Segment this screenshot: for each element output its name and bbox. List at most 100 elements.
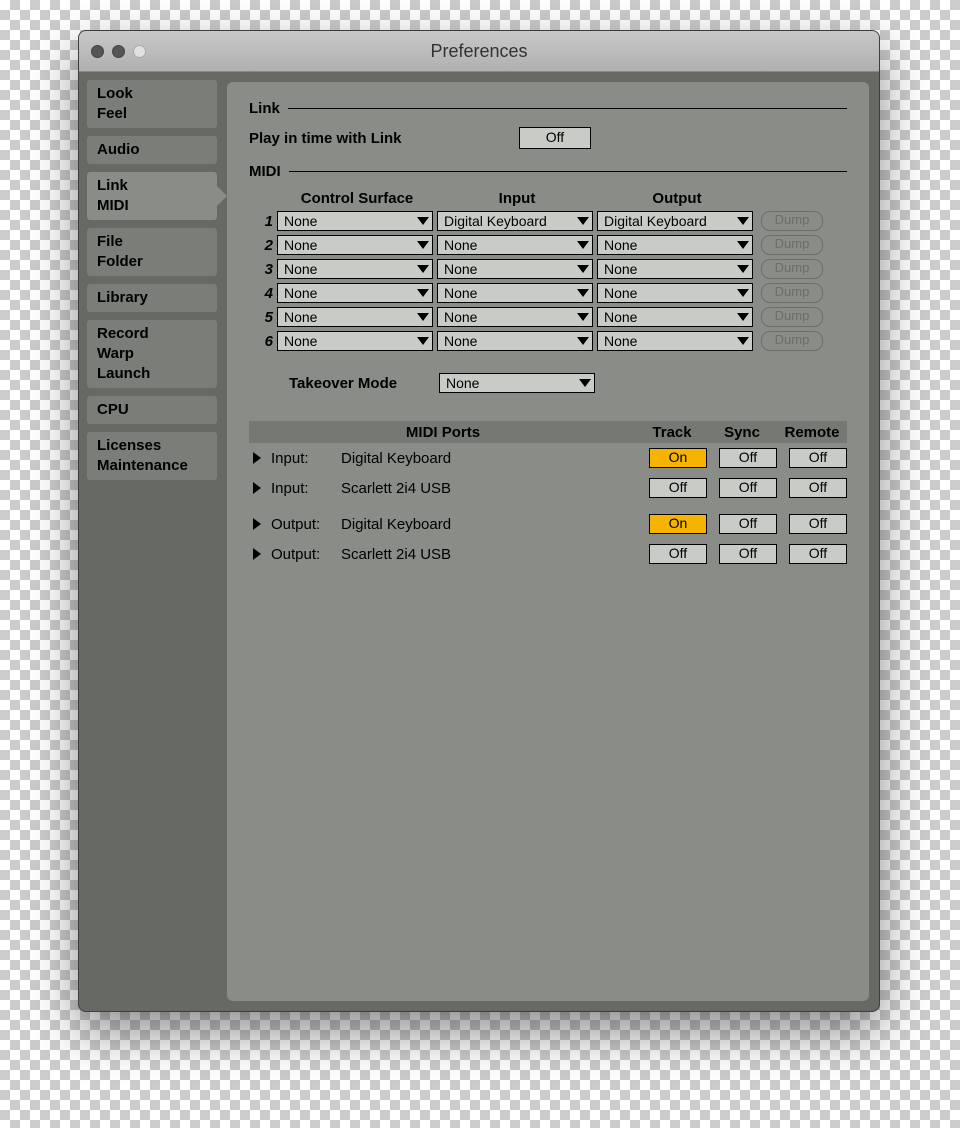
dump-button[interactable]: Dump (761, 331, 823, 351)
takeover-label: Takeover Mode (249, 375, 439, 392)
sidebar-item: Record (97, 324, 207, 344)
chevron-down-icon (737, 289, 749, 297)
sidebar-item: MIDI (97, 196, 207, 216)
col-control-surface: Control Surface (277, 190, 437, 207)
control-surface-dropdown[interactable]: None (277, 259, 433, 279)
remote-toggle[interactable]: Off (789, 448, 847, 468)
chevron-down-icon (417, 217, 429, 225)
output-dropdown[interactable]: Digital Keyboard (597, 211, 753, 231)
port-name: Digital Keyboard (341, 450, 637, 467)
dump-button[interactable]: Dump (761, 307, 823, 327)
divider (289, 171, 847, 172)
midi-port-row: Input:Digital Keyboard On Off Off (249, 443, 847, 473)
port-name: Digital Keyboard (341, 516, 637, 533)
sidebar-item: Licenses (97, 436, 207, 456)
output-dropdown[interactable]: None (597, 283, 753, 303)
section-link-label: Link (249, 100, 280, 117)
input-dropdown[interactable]: None (437, 235, 593, 255)
chevron-down-icon (577, 289, 589, 297)
control-surface-row: 2NoneNoneNoneDump (249, 235, 847, 255)
sidebar-group[interactable]: LicensesMaintenance (87, 432, 217, 480)
input-dropdown[interactable]: None (437, 331, 593, 351)
sidebar-group[interactable]: Library (87, 284, 217, 312)
input-dropdown[interactable]: None (437, 283, 593, 303)
remote-toggle[interactable]: Off (789, 478, 847, 498)
window-title: Preferences (79, 41, 879, 62)
titlebar: Preferences (79, 31, 879, 72)
output-dropdown[interactable]: None (597, 259, 753, 279)
output-dropdown[interactable]: None (597, 235, 753, 255)
ports-header-track: Track (637, 424, 707, 441)
sidebar-group[interactable]: FileFolder (87, 228, 217, 276)
chevron-down-icon (577, 241, 589, 249)
control-surface-row: 6NoneNoneNoneDump (249, 331, 847, 351)
sync-toggle[interactable]: Off (719, 544, 777, 564)
play-in-time-row: Play in time with Link Off (249, 127, 847, 149)
output-dropdown[interactable]: None (597, 307, 753, 327)
disclosure-triangle-icon[interactable] (253, 482, 261, 494)
disclosure-triangle-icon[interactable] (253, 452, 261, 464)
input-dropdown[interactable]: None (437, 259, 593, 279)
sync-toggle[interactable]: Off (719, 514, 777, 534)
sync-toggle[interactable]: Off (719, 478, 777, 498)
close-icon[interactable] (91, 45, 104, 58)
control-surface-dropdown[interactable]: None (277, 211, 433, 231)
dump-button[interactable]: Dump (761, 235, 823, 255)
port-direction: Input: (271, 450, 341, 467)
sidebar-group[interactable]: CPU (87, 396, 217, 424)
sidebar-item: Maintenance (97, 456, 207, 476)
dump-button[interactable]: Dump (761, 283, 823, 303)
chevron-down-icon (577, 337, 589, 345)
chevron-down-icon (417, 337, 429, 345)
control-surface-row: 1NoneDigital KeyboardDigital KeyboardDum… (249, 211, 847, 231)
control-surface-dropdown[interactable]: None (277, 235, 433, 255)
chevron-down-icon (737, 337, 749, 345)
chevron-down-icon (577, 217, 589, 225)
remote-toggle[interactable]: Off (789, 544, 847, 564)
sidebar-group[interactable]: LookFeel (87, 80, 217, 128)
sidebar-item: Library (97, 288, 207, 308)
disclosure-triangle-icon[interactable] (253, 548, 261, 560)
minimize-icon[interactable] (112, 45, 125, 58)
control-surface-row: 5NoneNoneNoneDump (249, 307, 847, 327)
port-name: Scarlett 2i4 USB (341, 546, 637, 563)
section-link: Link (249, 100, 847, 117)
preferences-window: Preferences LookFeelAudioLinkMIDIFileFol… (78, 30, 880, 1012)
chevron-down-icon (579, 379, 591, 387)
input-dropdown[interactable]: None (437, 307, 593, 327)
row-number: 2 (249, 237, 277, 254)
row-number: 4 (249, 285, 277, 302)
track-toggle[interactable]: On (649, 514, 707, 534)
sidebar-item: Feel (97, 104, 207, 124)
sync-toggle[interactable]: Off (719, 448, 777, 468)
chevron-down-icon (737, 313, 749, 321)
disclosure-triangle-icon[interactable] (253, 518, 261, 530)
sidebar-group[interactable]: Audio (87, 136, 217, 164)
dump-button[interactable]: Dump (761, 211, 823, 231)
control-surface-dropdown[interactable]: None (277, 307, 433, 327)
sidebar-item: File (97, 232, 207, 252)
row-number: 6 (249, 333, 277, 350)
port-direction: Input: (271, 480, 341, 497)
sidebar-group[interactable]: LinkMIDI (87, 172, 217, 220)
sidebar-item: Audio (97, 140, 207, 160)
sidebar-group[interactable]: RecordWarpLaunch (87, 320, 217, 388)
zoom-icon[interactable] (133, 45, 146, 58)
control-surface-dropdown[interactable]: None (277, 283, 433, 303)
port-direction: Output: (271, 546, 341, 563)
remote-toggle[interactable]: Off (789, 514, 847, 534)
output-dropdown[interactable]: None (597, 331, 753, 351)
takeover-value: None (446, 375, 479, 391)
sidebar-item: Warp (97, 344, 207, 364)
midi-port-row: Input:Scarlett 2i4 USBOffOffOff (249, 473, 847, 503)
track-toggle[interactable]: On (649, 448, 707, 468)
track-toggle[interactable]: Off (649, 544, 707, 564)
play-in-time-label: Play in time with Link (249, 130, 519, 147)
track-toggle[interactable]: Off (649, 478, 707, 498)
control-surface-dropdown[interactable]: None (277, 331, 433, 351)
dump-button[interactable]: Dump (761, 259, 823, 279)
takeover-dropdown[interactable]: None (439, 373, 595, 393)
play-in-time-toggle[interactable]: Off (519, 127, 591, 149)
input-dropdown[interactable]: Digital Keyboard (437, 211, 593, 231)
midi-port-row: Output:Digital KeyboardOnOffOff (249, 509, 847, 539)
